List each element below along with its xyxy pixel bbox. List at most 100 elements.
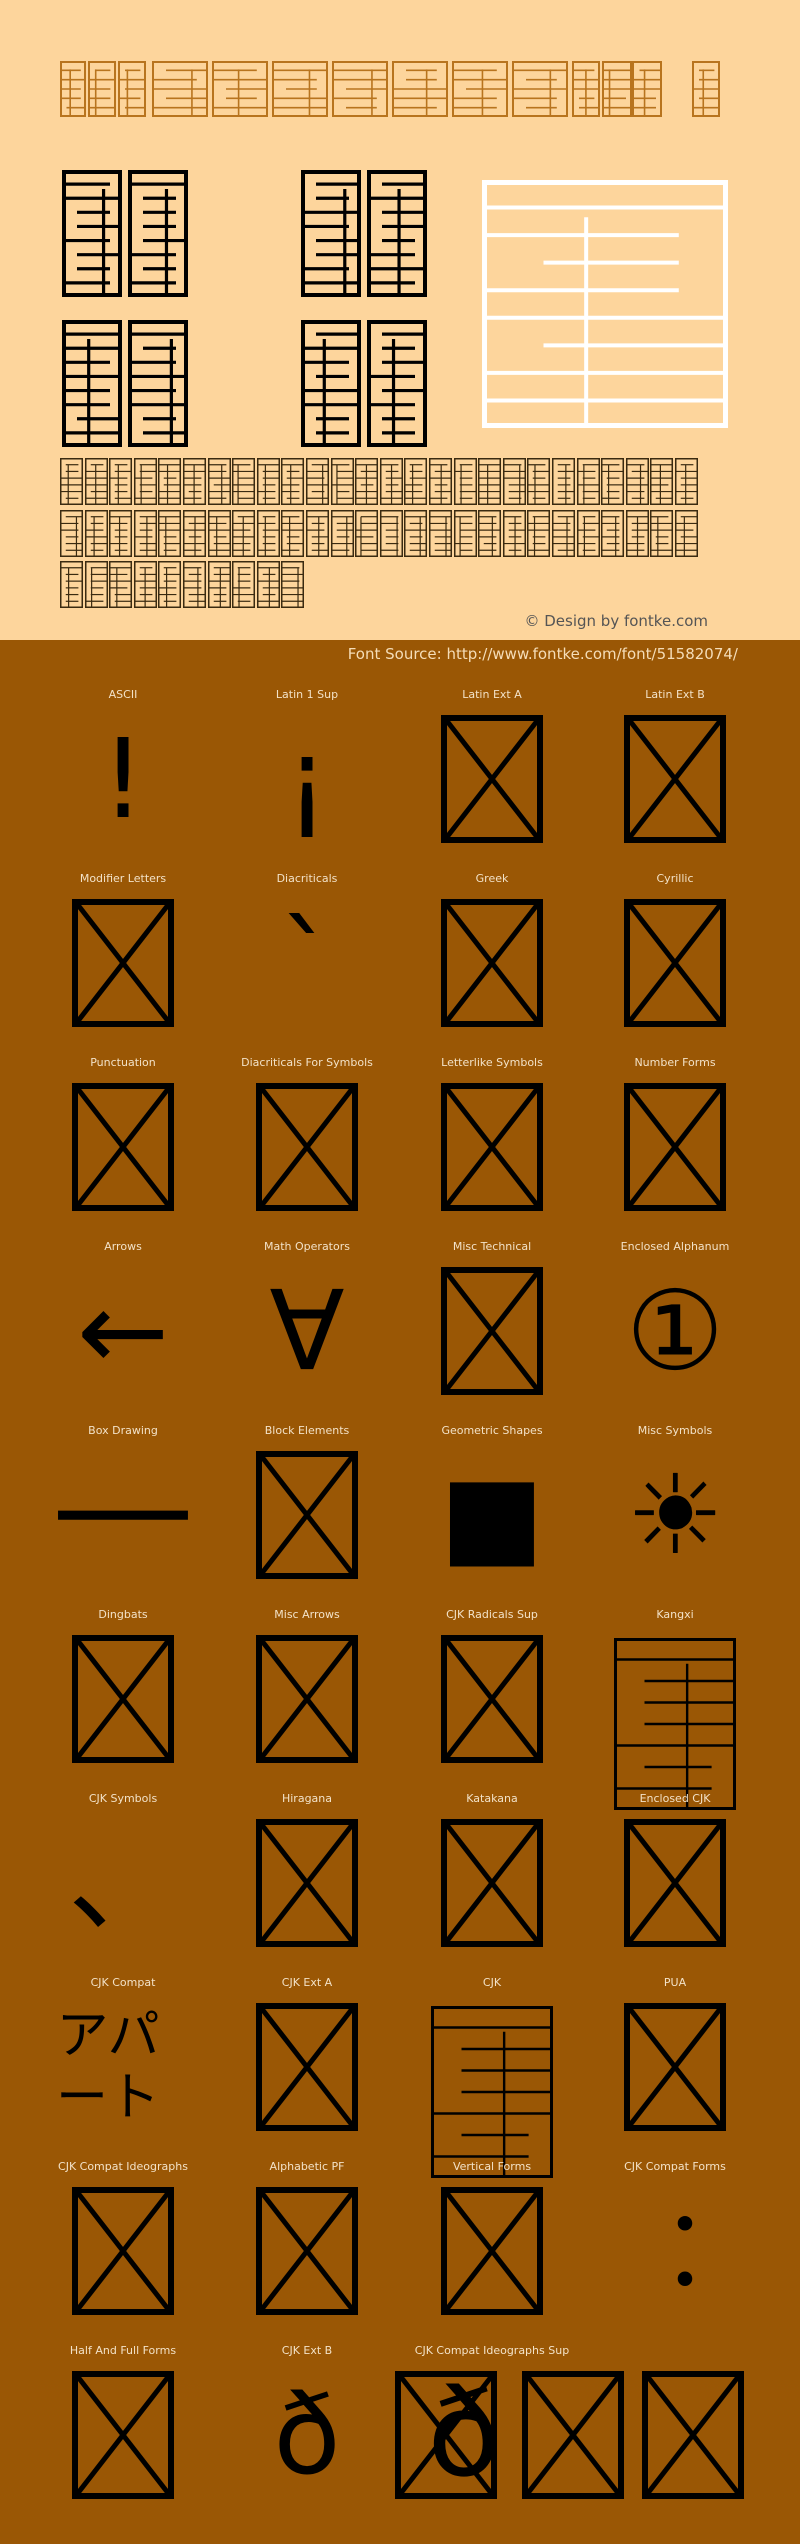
maze-glyph-icon (379, 509, 403, 557)
missing-glyph-icon (72, 1635, 174, 1763)
glyph-sample: ` (279, 899, 335, 1027)
maze-glyph-icon (330, 509, 354, 557)
maze-glyph-icon (330, 458, 354, 505)
missing-glyph-icon (256, 1819, 358, 1947)
block-label: Geometric Shapes (441, 1424, 543, 1437)
maze-glyph-icon (109, 458, 133, 505)
maze-glyph-icon (650, 509, 674, 557)
maze-glyph-icon (552, 458, 575, 505)
missing-glyph-icon (624, 1083, 726, 1211)
font-source-link[interactable]: Font Source: http://www.fontke.com/font/… (348, 645, 738, 663)
maze-glyph-icon (306, 509, 329, 557)
maze-glyph-icon (367, 320, 427, 447)
maze-glyph-icon (158, 561, 182, 608)
maze-glyph-icon (355, 458, 379, 505)
maze-glyph-icon (207, 458, 231, 505)
missing-glyph-icon (522, 2371, 624, 2499)
maze-glyph-icon (84, 509, 108, 557)
maze-glyph-icon (133, 458, 157, 505)
glyph-sample: ■ (440, 1451, 544, 1579)
maze-glyph-icon (576, 509, 600, 557)
block-label: Block Elements (264, 1424, 350, 1437)
missing-glyph-icon (72, 899, 174, 1027)
maze-glyph-icon (453, 509, 477, 557)
maze-glyph-icon (301, 170, 361, 297)
glyph-sample: ─ (60, 1451, 186, 1579)
maze-glyph-icon (232, 458, 256, 505)
block-label: CJK Symbols (88, 1792, 158, 1805)
maze-glyph-icon (128, 320, 188, 447)
block-label: CJK Compat (90, 1976, 156, 1989)
block-label: Misc Symbols (637, 1424, 713, 1437)
maze-glyph-icon (650, 458, 674, 505)
maze-glyph-icon (552, 509, 575, 557)
maze-glyph-icon (601, 509, 625, 557)
glyph-sample-rows (60, 458, 710, 610)
missing-glyph-icon (256, 1083, 358, 1211)
glyph-sample: 、 (68, 1819, 178, 1947)
glyph-sample: ¡ (284, 715, 330, 843)
block-label: Enclosed Alphanum (620, 1240, 730, 1253)
maze-glyph-icon (232, 561, 256, 608)
maze-glyph-icon (84, 561, 108, 608)
missing-glyph-icon (441, 1083, 543, 1211)
missing-glyph-icon (256, 1451, 358, 1579)
maze-glyph-icon (431, 2006, 553, 2178)
maze-glyph-icon (675, 509, 698, 557)
large-glyph-samples (0, 0, 800, 460)
missing-glyph-icon (441, 1635, 543, 1763)
maze-glyph-icon (281, 561, 305, 608)
maze-glyph-icon (404, 458, 428, 505)
maze-glyph-icon (281, 509, 305, 557)
block-label: Hiragana (281, 1792, 333, 1805)
maze-glyph-icon (60, 509, 83, 557)
missing-glyph-icon (624, 2003, 726, 2131)
maze-glyph-icon (478, 458, 502, 505)
maze-glyph-icon (183, 509, 206, 557)
block-label: Punctuation (90, 1056, 156, 1069)
block-label: CJK Radicals Sup (446, 1608, 538, 1621)
maze-glyph-icon (133, 561, 157, 608)
maze-glyph-icon (232, 509, 256, 557)
block-label: CJK Ext A (281, 1976, 333, 1989)
missing-glyph-icon (72, 2187, 174, 2315)
block-label: Diacriticals For Symbols (241, 1056, 373, 1069)
block-label: Box Drawing (88, 1424, 158, 1437)
maze-glyph-icon (379, 458, 403, 505)
maze-glyph-icon (109, 561, 133, 608)
missing-glyph-icon (642, 2371, 744, 2499)
missing-glyph-icon (441, 2187, 543, 2315)
maze-glyph-icon (183, 561, 206, 608)
missing-glyph-icon (256, 2187, 358, 2315)
block-label: Misc Arrows (274, 1608, 340, 1621)
maze-glyph-icon (158, 509, 182, 557)
maze-glyph-icon (502, 509, 526, 557)
missing-glyph-icon (441, 715, 543, 843)
block-label: Half And Full Forms (69, 2344, 177, 2357)
block-label: Number Forms (634, 1056, 716, 1069)
maze-glyph-icon (133, 509, 157, 557)
glyph-sample: ︰ (611, 2196, 739, 2306)
glyph-sample: ① (625, 1267, 725, 1395)
maze-glyph-icon (301, 320, 361, 447)
maze-glyph-icon (429, 458, 452, 505)
glyph-sample: ☀ (625, 1451, 725, 1579)
block-label: CJK Ext B (281, 2344, 333, 2357)
maze-glyph-icon (207, 561, 231, 608)
block-label: Math Operators (264, 1240, 350, 1253)
maze-glyph-icon (158, 458, 182, 505)
maze-glyph-icon (478, 509, 502, 557)
maze-glyph-icon (256, 561, 280, 608)
maze-glyph-icon (128, 170, 188, 297)
maze-glyph-icon (62, 320, 122, 447)
maze-glyph-icon (527, 509, 551, 557)
maze-glyph-icon (109, 509, 133, 557)
maze-glyph-icon (207, 509, 231, 557)
block-label: Latin Ext A (462, 688, 522, 701)
block-label: Kangxi (656, 1608, 694, 1621)
block-label: Alphabetic PF (269, 2160, 345, 2173)
block-label: Latin Ext B (645, 688, 705, 701)
font-preview-area: © Design by fontke.com (0, 0, 800, 640)
block-label: Katakana (466, 1792, 518, 1805)
missing-glyph-icon (72, 2371, 174, 2499)
